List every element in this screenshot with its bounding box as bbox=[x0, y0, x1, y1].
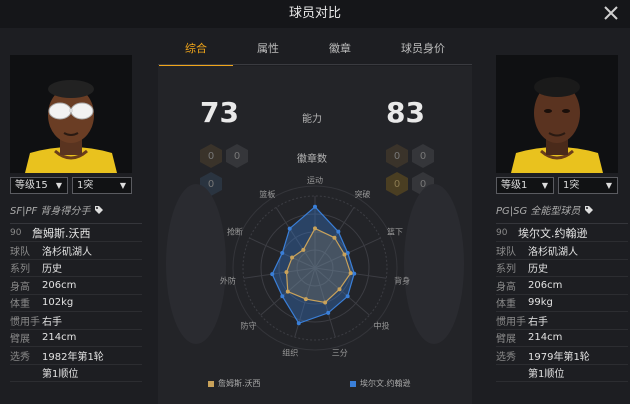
tag-icon[interactable] bbox=[94, 205, 104, 215]
player-name: 詹姆斯.沃西 bbox=[32, 226, 91, 240]
left-series-point bbox=[337, 287, 342, 292]
info-row: 选秀 1982年第1轮 bbox=[10, 347, 142, 365]
left-series-point bbox=[313, 226, 317, 231]
right-position: PG|SG 全能型球员 bbox=[496, 202, 628, 217]
left-series-point bbox=[342, 252, 347, 257]
left-info-table: 90 詹姆斯.沃西 球队 洛杉矶湖人 系列 历史 身高 206cm 体重 102kg 惯… bbox=[10, 223, 142, 382]
player-silhouette-right bbox=[404, 184, 464, 344]
left-level-select[interactable]: 等级15 ▼ bbox=[10, 177, 68, 194]
info-row: 惯用手 右手 bbox=[10, 312, 142, 330]
info-row: 体重 99kg bbox=[496, 295, 628, 312]
chevron-down-icon: ▼ bbox=[541, 181, 548, 190]
tab-badges[interactable]: 徽章 bbox=[321, 36, 359, 64]
radar-axis-label: 背身 bbox=[394, 276, 410, 286]
radar-axis-label: 中投 bbox=[374, 321, 390, 331]
radar-axis-label: 外防 bbox=[220, 276, 236, 286]
info-row: 球队 洛杉矶湖人 bbox=[496, 242, 628, 260]
player-name: 埃尔文.约翰逊 bbox=[518, 226, 588, 240]
legend-swatch bbox=[208, 380, 214, 387]
tag-icon[interactable] bbox=[584, 205, 594, 215]
info-row: 臂展 214cm bbox=[10, 330, 142, 347]
right-series-point bbox=[280, 294, 285, 299]
legend-left: 詹姆斯.沃西 bbox=[208, 378, 261, 389]
left-name-row: 90 詹姆斯.沃西 bbox=[10, 224, 142, 242]
comparison-panel: 73 能力 83 0 0 0 徽章数 0 0 0 0 运动 突破 篮下 背身 中投 三分组… bbox=[158, 66, 472, 404]
info-row: 第1顺位 bbox=[10, 365, 142, 382]
radar-axis-label: 组织 bbox=[282, 347, 298, 357]
badge-count-label: 徽章数 bbox=[297, 154, 327, 165]
left-series-point bbox=[332, 235, 337, 240]
radar-axis-label: 突破 bbox=[355, 189, 371, 199]
info-row: 惯用手 右手 bbox=[496, 312, 628, 330]
info-row: 身高 206cm bbox=[10, 277, 142, 295]
info-row: 选秀 1979年第1轮 bbox=[496, 347, 628, 365]
left-position: SF|PF 背身得分手 bbox=[10, 202, 142, 217]
right-type-select[interactable]: 1突 ▼ bbox=[558, 177, 618, 194]
right-series-point bbox=[270, 272, 275, 277]
legend-swatch bbox=[350, 380, 356, 387]
right-info-table: 90 埃尔文.约翰逊 球队 洛杉矶湖人 系列 历史 身高 206cm 体重 99kg 惯… bbox=[496, 223, 628, 382]
tab-value[interactable]: 球员身价 bbox=[393, 36, 453, 64]
right-series-point bbox=[345, 294, 350, 299]
left-series-point bbox=[284, 270, 289, 275]
right-level-select[interactable]: 等级1 ▼ bbox=[496, 177, 554, 194]
tab-attributes[interactable]: 属性 bbox=[249, 36, 287, 64]
legend-right: 埃尔文.约翰逊 bbox=[350, 378, 411, 389]
right-series-point bbox=[352, 271, 357, 276]
ability-label: 能力 bbox=[302, 114, 322, 125]
left-series-point bbox=[323, 300, 328, 305]
tab-bar: 综合 属性 徽章 球员身价 bbox=[159, 36, 470, 66]
radar-chart: 运动突破篮下背身中投三分 组织 防守 外防 抢断 篮板 bbox=[166, 175, 464, 357]
left-series-point bbox=[290, 255, 295, 260]
info-row: 第1顺位 bbox=[496, 365, 628, 382]
info-row: 球队 洛杉矶湖人 bbox=[10, 242, 142, 260]
left-series-point bbox=[303, 297, 308, 302]
tab-overview[interactable]: 综合 bbox=[159, 36, 233, 66]
right-ability-score: 83 bbox=[386, 96, 425, 129]
right-series-point bbox=[326, 310, 331, 315]
left-series-point bbox=[348, 271, 353, 276]
right-series-point bbox=[280, 251, 285, 256]
radar-axis-label: 三分 bbox=[332, 348, 348, 357]
left-series-point bbox=[301, 247, 306, 252]
radar-axis-label: 篮下 bbox=[387, 226, 403, 236]
radar-axis-label: 防守 bbox=[240, 321, 256, 331]
info-row: 系列 历史 bbox=[496, 260, 628, 277]
right-player-portrait bbox=[496, 55, 618, 173]
overall-rating: 90 bbox=[10, 227, 22, 238]
chevron-down-icon: ▼ bbox=[55, 181, 62, 190]
chevron-down-icon: ▼ bbox=[119, 181, 126, 190]
right-series-point bbox=[336, 229, 341, 234]
info-row: 体重 102kg bbox=[10, 295, 142, 312]
overall-rating: 90 bbox=[496, 227, 508, 238]
left-series-point bbox=[285, 289, 290, 294]
left-player-portrait bbox=[10, 55, 132, 173]
left-player-panel: 等级15 ▼ 1突 ▼ SF|PF 背身得分手 90 詹姆斯.沃西 球队 洛杉矶湖… bbox=[10, 55, 142, 382]
player-silhouette-left bbox=[166, 184, 226, 344]
left-type-select[interactable]: 1突 ▼ bbox=[72, 177, 132, 194]
radar-axis-label: 运动 bbox=[307, 175, 323, 185]
right-name-row: 90 埃尔文.约翰逊 bbox=[496, 224, 628, 242]
info-row: 身高 206cm bbox=[496, 277, 628, 295]
window-title: 球员对比 bbox=[288, 6, 341, 21]
left-ability-score: 73 bbox=[200, 96, 239, 129]
chevron-down-icon: ▼ bbox=[605, 181, 612, 190]
close-icon[interactable] bbox=[602, 4, 620, 22]
title-bar: 球员对比 bbox=[0, 0, 630, 28]
radar-axis-label: 篮板 bbox=[259, 189, 275, 199]
right-player-panel: 等级1 ▼ 1突 ▼ PG|SG 全能型球员 90 埃尔文.约翰逊 球队 洛杉矶湖… bbox=[496, 55, 628, 382]
right-series-point bbox=[287, 226, 292, 231]
right-series-point bbox=[296, 321, 301, 326]
info-row: 系列 历史 bbox=[10, 260, 142, 277]
radar-axis-label: 抢断 bbox=[227, 226, 243, 236]
info-row: 臂展 214cm bbox=[496, 330, 628, 347]
tab-divider bbox=[158, 64, 472, 65]
right-series-point bbox=[313, 204, 317, 209]
